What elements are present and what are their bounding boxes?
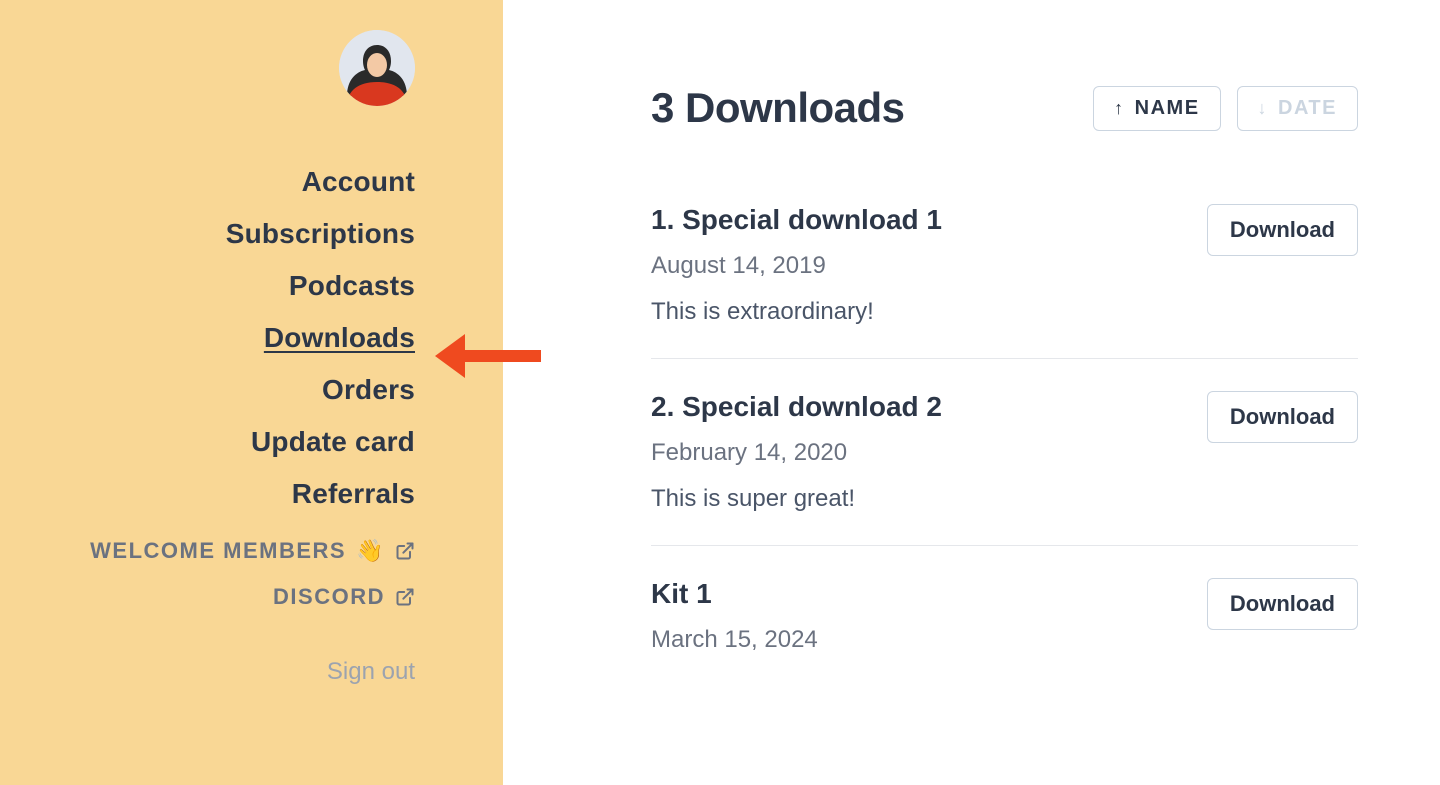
download-title: 1. Special download 1 xyxy=(651,204,942,236)
avatar[interactable] xyxy=(339,30,415,106)
page-header: 3 Downloads ↑ NAME ↓ DATE xyxy=(651,84,1358,132)
arrow-up-icon: ↑ xyxy=(1114,98,1125,119)
download-item: 2. Special download 2 February 14, 2020 … xyxy=(651,358,1358,545)
sidebar-link-label: WELCOME MEMBERS xyxy=(90,538,346,564)
download-date: August 14, 2019 xyxy=(651,252,942,280)
download-button[interactable]: Download xyxy=(1207,578,1358,630)
annotation-arrow xyxy=(435,332,541,380)
sidebar-external-links: WELCOME MEMBERS 👋 DISCORD xyxy=(90,538,415,610)
avatar-image xyxy=(339,30,415,106)
sidebar: Account Subscriptions Podcasts Downloads… xyxy=(0,0,503,785)
sort-label: NAME xyxy=(1135,97,1200,120)
sign-out-link[interactable]: Sign out xyxy=(327,658,415,686)
download-item: Kit 1 March 15, 2024 Download xyxy=(651,545,1358,686)
sidebar-nav: Account Subscriptions Podcasts Downloads… xyxy=(226,166,415,510)
sidebar-link-discord[interactable]: DISCORD xyxy=(273,584,415,610)
download-button[interactable]: Download xyxy=(1207,204,1358,256)
download-date: March 15, 2024 xyxy=(651,626,818,654)
sidebar-link-welcome-members[interactable]: WELCOME MEMBERS 👋 xyxy=(90,538,415,564)
wave-icon: 👋 xyxy=(356,538,385,564)
main-content: 3 Downloads ↑ NAME ↓ DATE 1. Special dow… xyxy=(503,0,1440,785)
sort-label: DATE xyxy=(1278,97,1337,120)
sidebar-item-podcasts[interactable]: Podcasts xyxy=(289,270,415,302)
external-link-icon xyxy=(395,541,415,561)
sidebar-item-subscriptions[interactable]: Subscriptions xyxy=(226,218,415,250)
download-item: 1. Special download 1 August 14, 2019 Th… xyxy=(651,204,1358,358)
sidebar-item-update-card[interactable]: Update card xyxy=(251,426,415,458)
sort-by-name-button[interactable]: ↑ NAME xyxy=(1093,86,1220,131)
sidebar-item-downloads[interactable]: Downloads xyxy=(264,322,415,354)
download-button[interactable]: Download xyxy=(1207,391,1358,443)
sidebar-item-orders[interactable]: Orders xyxy=(322,374,415,406)
page-title: 3 Downloads xyxy=(651,84,905,132)
arrow-down-icon: ↓ xyxy=(1258,98,1269,119)
sidebar-link-label: DISCORD xyxy=(273,584,385,610)
external-link-icon xyxy=(395,587,415,607)
arrow-left-icon xyxy=(435,332,541,380)
sidebar-item-account[interactable]: Account xyxy=(302,166,415,198)
download-title: 2. Special download 2 xyxy=(651,391,942,423)
sidebar-item-referrals[interactable]: Referrals xyxy=(292,478,415,510)
sort-controls: ↑ NAME ↓ DATE xyxy=(1093,86,1358,131)
downloads-list: 1. Special download 1 August 14, 2019 Th… xyxy=(651,204,1358,686)
download-title: Kit 1 xyxy=(651,578,818,610)
download-description: This is extraordinary! xyxy=(651,298,942,326)
download-date: February 14, 2020 xyxy=(651,439,942,467)
sort-by-date-button[interactable]: ↓ DATE xyxy=(1237,86,1358,131)
download-description: This is super great! xyxy=(651,485,942,513)
